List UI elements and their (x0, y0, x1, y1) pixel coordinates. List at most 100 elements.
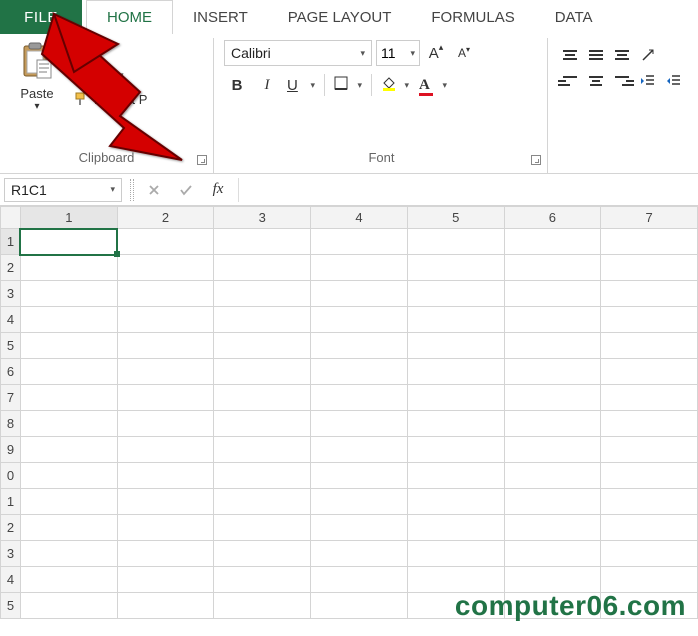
increase-font-button[interactable]: A▴ (424, 40, 448, 66)
cell[interactable] (504, 489, 601, 515)
splitter[interactable] (130, 179, 134, 201)
cell[interactable] (214, 359, 311, 385)
cell[interactable] (311, 411, 408, 437)
cell[interactable] (214, 515, 311, 541)
cell[interactable] (407, 229, 504, 255)
cell[interactable] (407, 411, 504, 437)
cell[interactable] (504, 359, 601, 385)
column-header[interactable]: 6 (504, 207, 601, 229)
increase-indent-button[interactable] (662, 70, 686, 92)
cell[interactable] (117, 411, 214, 437)
cell[interactable] (214, 593, 311, 619)
cell[interactable] (117, 307, 214, 333)
tab-formulas[interactable]: FORMULAS (411, 0, 534, 34)
column-header[interactable]: 5 (407, 207, 504, 229)
dialog-launcher-icon[interactable] (531, 155, 541, 165)
cell[interactable] (20, 255, 117, 281)
orientation-button[interactable] (636, 44, 660, 66)
cell[interactable] (601, 359, 698, 385)
font-size-combo[interactable]: 11 ▾ (376, 40, 420, 66)
align-left-button[interactable] (558, 70, 582, 92)
cell[interactable] (311, 307, 408, 333)
spreadsheet-grid[interactable]: 1234567123456789012345 (0, 206, 698, 619)
cell[interactable] (117, 593, 214, 619)
cell[interactable] (407, 515, 504, 541)
tab-home[interactable]: HOME (86, 0, 173, 34)
row-header[interactable]: 8 (1, 411, 21, 437)
cell[interactable] (601, 515, 698, 541)
cell[interactable] (311, 255, 408, 281)
row-header[interactable]: 2 (1, 255, 21, 281)
cell[interactable] (601, 437, 698, 463)
cell[interactable] (20, 515, 117, 541)
cell[interactable] (20, 437, 117, 463)
tab-insert[interactable]: INSERT (173, 0, 268, 34)
column-header[interactable]: 7 (601, 207, 698, 229)
row-header[interactable]: 1 (1, 229, 21, 255)
row-header[interactable]: 9 (1, 437, 21, 463)
cell[interactable] (20, 489, 117, 515)
cell[interactable] (311, 333, 408, 359)
cell[interactable] (117, 229, 214, 255)
cell[interactable] (214, 385, 311, 411)
cell[interactable] (117, 515, 214, 541)
row-header[interactable]: 0 (1, 463, 21, 489)
cell[interactable] (214, 333, 311, 359)
cell[interactable] (20, 463, 117, 489)
align-right-button[interactable] (610, 70, 634, 92)
font-color-button[interactable]: A ▾ (416, 72, 450, 98)
column-header[interactable]: 4 (311, 207, 408, 229)
copy-button[interactable]: opy ▾ (72, 66, 147, 84)
column-header[interactable]: 3 (214, 207, 311, 229)
row-header[interactable]: 5 (1, 593, 21, 619)
cell[interactable] (117, 437, 214, 463)
align-middle-button[interactable] (584, 44, 608, 66)
chevron-down-icon[interactable]: ▾ (34, 101, 39, 112)
cell[interactable] (20, 333, 117, 359)
cell[interactable] (601, 463, 698, 489)
cell[interactable] (504, 541, 601, 567)
cell[interactable] (601, 255, 698, 281)
cell[interactable] (20, 307, 117, 333)
cell[interactable] (601, 229, 698, 255)
cell[interactable] (407, 359, 504, 385)
cell[interactable] (504, 333, 601, 359)
cell[interactable] (214, 411, 311, 437)
cell[interactable] (117, 541, 214, 567)
dialog-launcher-icon[interactable] (197, 155, 207, 165)
paste-button[interactable]: Paste ▾ (8, 40, 66, 112)
cell[interactable] (311, 385, 408, 411)
cell[interactable] (407, 255, 504, 281)
cell[interactable] (311, 593, 408, 619)
cell[interactable] (117, 255, 214, 281)
align-top-button[interactable] (558, 44, 582, 66)
cell[interactable] (407, 437, 504, 463)
italic-button[interactable]: I (254, 72, 280, 98)
cell[interactable] (311, 359, 408, 385)
cell[interactable] (20, 593, 117, 619)
cell[interactable] (117, 385, 214, 411)
row-header[interactable]: 2 (1, 515, 21, 541)
cell[interactable] (214, 255, 311, 281)
cell[interactable] (311, 229, 408, 255)
cell[interactable] (504, 515, 601, 541)
cell[interactable] (601, 541, 698, 567)
cell[interactable] (504, 307, 601, 333)
cell[interactable] (117, 359, 214, 385)
cell[interactable] (601, 333, 698, 359)
borders-button[interactable]: ▾ (331, 72, 365, 98)
cell[interactable] (601, 567, 698, 593)
cell[interactable] (20, 359, 117, 385)
cell[interactable] (311, 515, 408, 541)
cell[interactable] (117, 567, 214, 593)
cell[interactable] (504, 463, 601, 489)
tab-page-layout[interactable]: PAGE LAYOUT (268, 0, 412, 34)
cell[interactable] (504, 255, 601, 281)
cell[interactable] (504, 567, 601, 593)
cell[interactable] (601, 385, 698, 411)
align-bottom-button[interactable] (610, 44, 634, 66)
cell[interactable] (407, 489, 504, 515)
cell[interactable] (20, 411, 117, 437)
cell[interactable] (601, 281, 698, 307)
name-box[interactable]: R1C1 ▾ (4, 178, 122, 202)
